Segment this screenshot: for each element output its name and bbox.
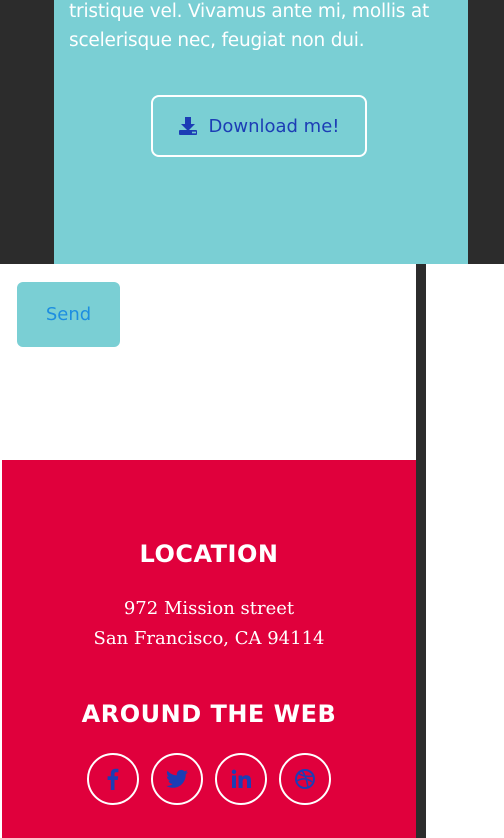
download-icon <box>179 117 198 135</box>
download-button[interactable]: Download me! <box>151 95 367 157</box>
address: 972 Mission street San Francisco, CA 941… <box>2 594 416 654</box>
around-web-title: AROUND THE WEB <box>81 700 337 728</box>
section-text: tristique vel. Vivamus ante mi, mollis a… <box>69 1 430 51</box>
footer: LOCATION 972 Mission street San Francisc… <box>2 460 416 838</box>
twitter-icon <box>166 769 188 788</box>
contact-form-area: Send <box>2 264 416 460</box>
dribbble-link[interactable] <box>279 753 331 805</box>
facebook-link[interactable] <box>87 753 139 805</box>
linkedin-icon <box>231 769 251 788</box>
twitter-link[interactable] <box>151 753 203 805</box>
linkedin-link[interactable] <box>215 753 267 805</box>
location-title: LOCATION <box>139 540 279 568</box>
download-button-label: Download me! <box>208 115 340 137</box>
download-section: tristique vel. Vivamus ante mi, mollis a… <box>54 0 468 264</box>
right-divider <box>416 264 426 838</box>
social-links <box>2 753 416 805</box>
address-line2: San Francisco, CA 94114 <box>93 628 325 649</box>
send-button[interactable]: Send <box>17 282 120 347</box>
dribbble-icon <box>295 769 315 789</box>
address-line1: 972 Mission street <box>123 598 295 619</box>
facebook-icon <box>107 768 119 790</box>
